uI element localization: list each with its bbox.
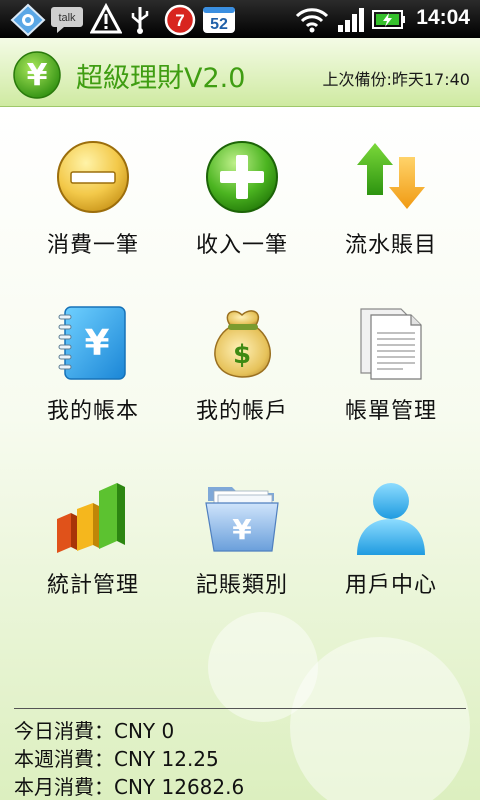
menu-statistics[interactable]: 統計管理 (18, 479, 168, 639)
signal-icon (338, 8, 364, 32)
summary-month: 本月消費：CNY 12682.6 (14, 775, 245, 799)
menu-user-center[interactable]: 用戶中心 (316, 479, 466, 639)
documents-icon (360, 308, 422, 380)
menu-income[interactable]: 收入一筆 (167, 139, 317, 299)
menu-ledger[interactable]: ¥ 我的帳本 (18, 305, 168, 465)
user-icon (357, 483, 425, 555)
bar-chart-icon (57, 483, 125, 553)
wifi-icon (295, 8, 329, 33)
alarm-badge: 7 (175, 11, 184, 30)
talk-icon-text: talk (58, 12, 76, 24)
menu-label: 記賬類別 (195, 573, 288, 598)
menu-bills[interactable]: 帳單管理 (316, 305, 466, 465)
network-diamond-icon (10, 3, 46, 37)
summary-today: 今日消費：CNY 0 (14, 719, 175, 743)
menu-accounts[interactable]: $ 我的帳戶 (167, 305, 317, 465)
bag-dollar-glyph: $ (233, 340, 251, 370)
menu-expense[interactable]: 消費一筆 (18, 139, 168, 299)
status-bar: talk 7 52 14:04 (0, 0, 480, 38)
money-bag-icon: $ (214, 310, 271, 378)
menu-label: 統計管理 (46, 573, 139, 598)
menu-label: 用戶中心 (344, 573, 437, 598)
decor-bubble (290, 637, 470, 800)
summary-week: 本週消費：CNY 12.25 (14, 747, 219, 771)
menu-label: 帳單管理 (344, 399, 437, 424)
talk-icon: talk (50, 4, 84, 38)
alarm-icon: 7 (162, 2, 198, 40)
menu-label: 流水賬目 (344, 233, 437, 258)
app-logo: ¥ (12, 50, 62, 104)
backup-info: 上次備份:昨天17:40 (322, 70, 470, 89)
menu-label: 消費一筆 (46, 233, 139, 258)
plus-circle-icon (206, 141, 278, 213)
menu-transactions[interactable]: 流水賬目 (316, 139, 466, 299)
menu-categories[interactable]: ¥ 記賬類別 (167, 479, 317, 639)
ledger-yen-glyph: ¥ (84, 323, 109, 364)
logo-glyph: ¥ (27, 58, 48, 93)
transfer-arrows-icon (357, 143, 425, 209)
app-header: ¥ 超級理財V2.0 上次備份:昨天17:40 (0, 38, 480, 107)
status-time: 14:04 (416, 6, 470, 29)
battery-icon (372, 10, 405, 29)
minus-circle-icon (57, 141, 129, 213)
app-title: 超級理財V2.0 (76, 63, 246, 94)
usb-icon (131, 7, 149, 34)
warning-icon (90, 3, 122, 34)
calendar-badge: 52 (210, 16, 228, 33)
ledger-book-icon: ¥ (58, 306, 126, 380)
menu-label: 我的帳本 (46, 399, 139, 424)
summary-divider (14, 708, 466, 709)
folder-yen-glyph: ¥ (232, 513, 252, 546)
menu-label: 我的帳戶 (195, 399, 288, 424)
main-area: 消費一筆 收入一筆 流水賬目 ¥ 我的帳本 $ 我的帳戶 帳單管理 統計管理 ¥… (0, 107, 480, 800)
menu-label: 收入一筆 (195, 233, 288, 258)
folder-icon: ¥ (205, 487, 279, 552)
calendar-icon: 52 (202, 4, 236, 38)
